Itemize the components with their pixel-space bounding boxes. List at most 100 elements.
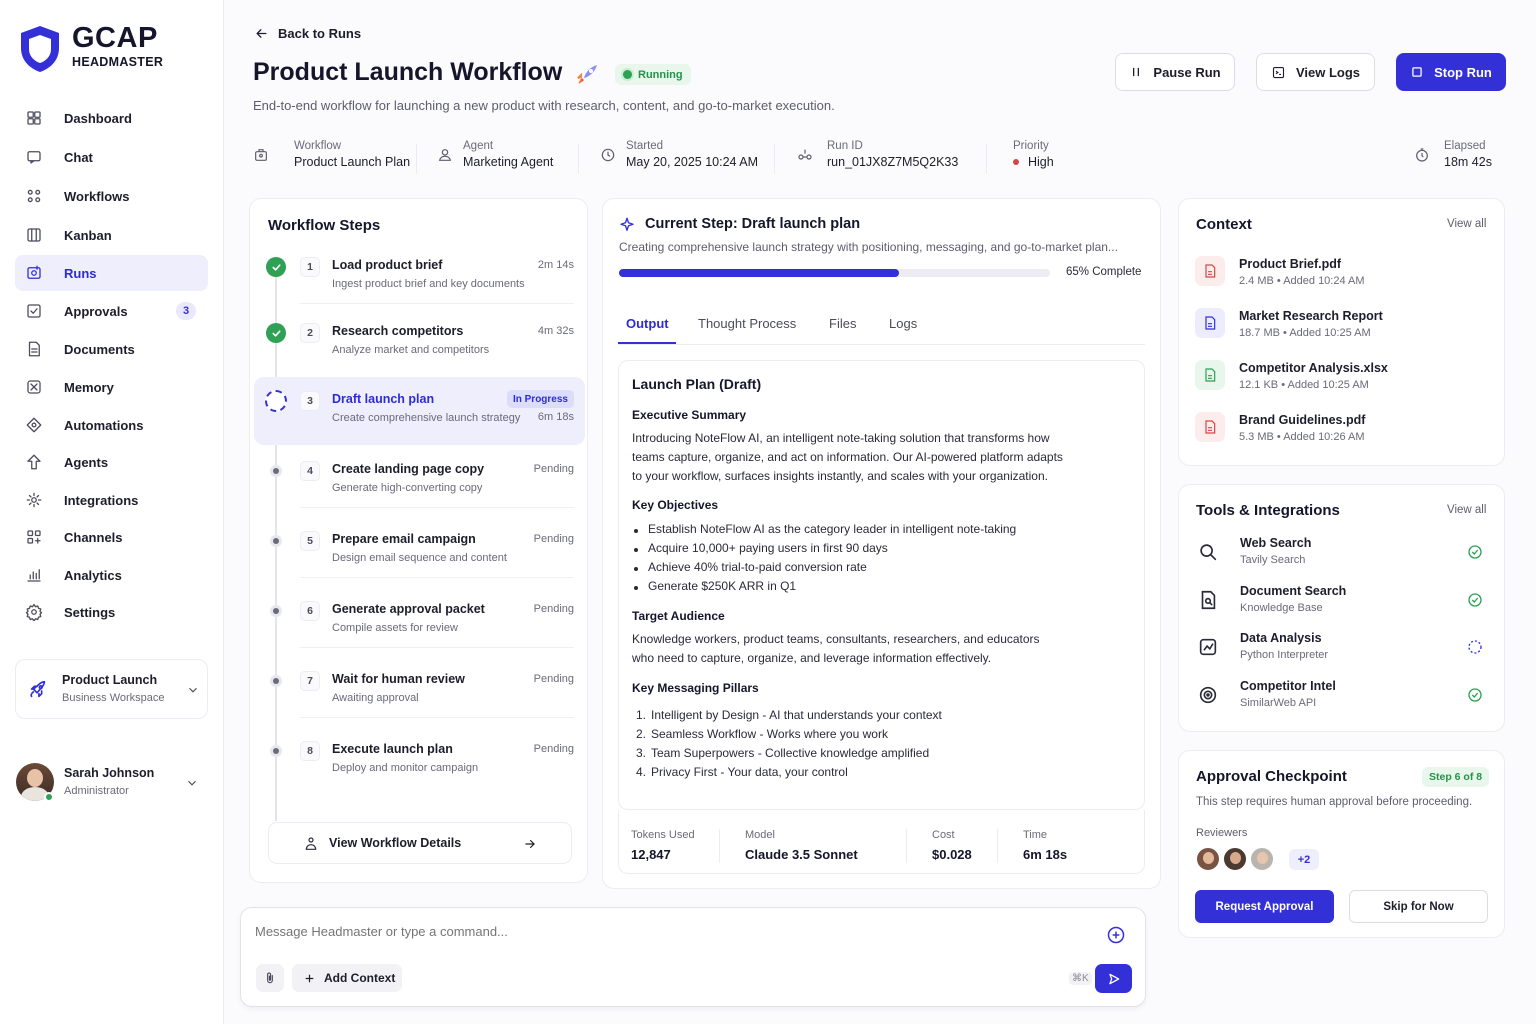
sidebar-item-integrations[interactable]: Integrations bbox=[15, 482, 208, 518]
request-approval-button[interactable]: Request Approval bbox=[1195, 890, 1334, 923]
active-step-highlight bbox=[254, 377, 585, 445]
file-name: Competitor Analysis.xlsx bbox=[1239, 361, 1388, 375]
step-title: Wait for human review bbox=[332, 672, 465, 686]
sidebar-item-documents[interactable]: Documents bbox=[15, 331, 208, 367]
sidebar-item-workflows[interactable]: Workflows bbox=[15, 178, 208, 214]
attach-button[interactable] bbox=[256, 964, 284, 992]
reviewer-avatar[interactable] bbox=[1195, 846, 1221, 872]
view-logs-button[interactable]: View Logs bbox=[1256, 53, 1375, 91]
add-circle-icon[interactable] bbox=[1106, 925, 1126, 945]
file-meta: 18.7 MB • Added 10:25 AM bbox=[1239, 327, 1371, 339]
divider bbox=[986, 144, 987, 174]
sparkle-icon bbox=[620, 217, 634, 231]
step-number: 1 bbox=[300, 257, 320, 277]
stop-run-label: Stop Run bbox=[1434, 64, 1492, 80]
check-circle-icon bbox=[266, 257, 286, 277]
sidebar-item-channels[interactable]: Channels bbox=[15, 519, 208, 555]
step-time: Pending bbox=[533, 533, 574, 545]
loading-icon bbox=[1468, 640, 1482, 654]
step-title: Create landing page copy bbox=[332, 462, 485, 476]
reviewer-avatar[interactable] bbox=[1222, 846, 1248, 872]
sidebar-item-runs[interactable]: Runs bbox=[15, 255, 208, 291]
run-id-icon bbox=[798, 149, 812, 160]
brand-subtitle: HEADMASTER bbox=[72, 55, 164, 69]
stat-label: Time bbox=[1023, 829, 1048, 841]
list-number: 3. bbox=[636, 746, 647, 760]
search-icon bbox=[1200, 544, 1217, 561]
brand-logo[interactable]: GCAP HEADMASTER bbox=[18, 22, 218, 74]
bullet bbox=[634, 586, 638, 590]
bullet bbox=[634, 567, 638, 571]
executive-summary: Introducing NoteFlow AI, an intelligent … bbox=[632, 429, 1092, 486]
clock-icon bbox=[601, 148, 615, 161]
send-button[interactable] bbox=[1095, 964, 1132, 993]
add-context-label: Add Context bbox=[324, 971, 396, 985]
approvals-icon bbox=[27, 304, 41, 318]
tool-subtitle: Knowledge Base bbox=[1240, 601, 1323, 614]
pdf-file-icon bbox=[1195, 412, 1225, 442]
pending-dot-icon bbox=[270, 535, 282, 547]
tab-output[interactable]: Output bbox=[626, 316, 669, 331]
meta-agent: Agent Marketing Agent bbox=[437, 140, 553, 169]
memory-icon bbox=[27, 380, 41, 394]
file-name: Product Brief.pdf bbox=[1239, 257, 1342, 271]
step-time: Pending bbox=[533, 463, 574, 475]
list-number: 1. bbox=[636, 708, 647, 722]
list-item: Acquire 10,000+ paying users in first 90… bbox=[648, 541, 888, 555]
tab-logs[interactable]: Logs bbox=[889, 316, 917, 331]
data-analysis-icon bbox=[1199, 638, 1217, 656]
divider bbox=[300, 303, 574, 304]
workspace-switcher[interactable]: Product Launch Business Workspace bbox=[15, 659, 208, 719]
view-workflow-details-button[interactable]: View Workflow Details bbox=[268, 822, 572, 864]
skip-for-now-button[interactable]: Skip for Now bbox=[1349, 890, 1488, 923]
step-number: 3 bbox=[300, 391, 320, 411]
progress-fill bbox=[619, 269, 900, 277]
sidebar-item-label: Kanban bbox=[64, 227, 112, 243]
pending-dot-icon bbox=[270, 465, 282, 477]
panel-title: Workflow Steps bbox=[268, 217, 381, 234]
meta-label: Workflow bbox=[294, 140, 342, 152]
sidebar-item-dashboard[interactable]: Dashboard bbox=[15, 100, 208, 136]
sidebar-item-approvals[interactable]: Approvals 3 bbox=[15, 293, 208, 329]
sidebar-item-kanban[interactable]: Kanban bbox=[15, 217, 208, 253]
meta-elapsed: Elapsed 18m 42s bbox=[1414, 140, 1492, 169]
runs-icon bbox=[27, 265, 41, 279]
context-view-all-link[interactable]: View all bbox=[1447, 218, 1486, 230]
section-heading: Executive Summary bbox=[632, 408, 747, 422]
sidebar-item-automations[interactable]: Automations bbox=[15, 407, 208, 443]
more-reviewers-badge[interactable]: +2 bbox=[1289, 849, 1319, 870]
step-number: 8 bbox=[300, 741, 320, 761]
add-context-button[interactable]: Add Context bbox=[292, 964, 402, 992]
sidebar-item-chat[interactable]: Chat bbox=[15, 139, 208, 175]
user-menu[interactable]: Sarah Johnson Administrator bbox=[15, 760, 208, 806]
tab-thought-process[interactable]: Thought Process bbox=[698, 316, 796, 331]
user-name: Sarah Johnson bbox=[64, 766, 155, 780]
reviewer-avatar[interactable] bbox=[1249, 846, 1275, 872]
divider bbox=[300, 507, 574, 508]
tool-name: Data Analysis bbox=[1240, 631, 1322, 645]
step-number: 5 bbox=[300, 531, 320, 551]
sidebar-item-label: Channels bbox=[64, 529, 123, 545]
sidebar: GCAP HEADMASTER Dashboard Chat Workflows Ka… bbox=[0, 0, 224, 1024]
pause-run-button[interactable]: Pause Run bbox=[1115, 53, 1235, 91]
rocket-icon bbox=[30, 680, 46, 698]
approval-description: This step requires human approval before… bbox=[1196, 796, 1473, 808]
sidebar-item-agents[interactable]: Agents bbox=[15, 444, 208, 480]
meta-value: run_01JX8Z7M5Q2K33 bbox=[827, 155, 959, 169]
tab-files[interactable]: Files bbox=[829, 316, 856, 331]
document-title: Launch Plan (Draft) bbox=[632, 376, 762, 392]
sidebar-item-analytics[interactable]: Analytics bbox=[15, 557, 208, 593]
flow-icon bbox=[305, 837, 317, 850]
brand-name: GCAP bbox=[72, 22, 158, 54]
sidebar-item-settings[interactable]: Settings bbox=[15, 594, 208, 630]
panel-title: Approval Checkpoint bbox=[1196, 768, 1347, 785]
stop-run-button[interactable]: Stop Run bbox=[1396, 53, 1506, 91]
back-to-runs-link[interactable]: Back to Runs bbox=[254, 26, 361, 41]
tools-view-all-link[interactable]: View all bbox=[1447, 504, 1486, 516]
bullet bbox=[634, 529, 638, 533]
message-input[interactable] bbox=[255, 924, 1075, 939]
sidebar-item-memory[interactable]: Memory bbox=[15, 369, 208, 405]
priority-dot bbox=[1013, 159, 1019, 165]
status-label: Running bbox=[638, 68, 683, 81]
stop-icon bbox=[1412, 67, 1422, 77]
